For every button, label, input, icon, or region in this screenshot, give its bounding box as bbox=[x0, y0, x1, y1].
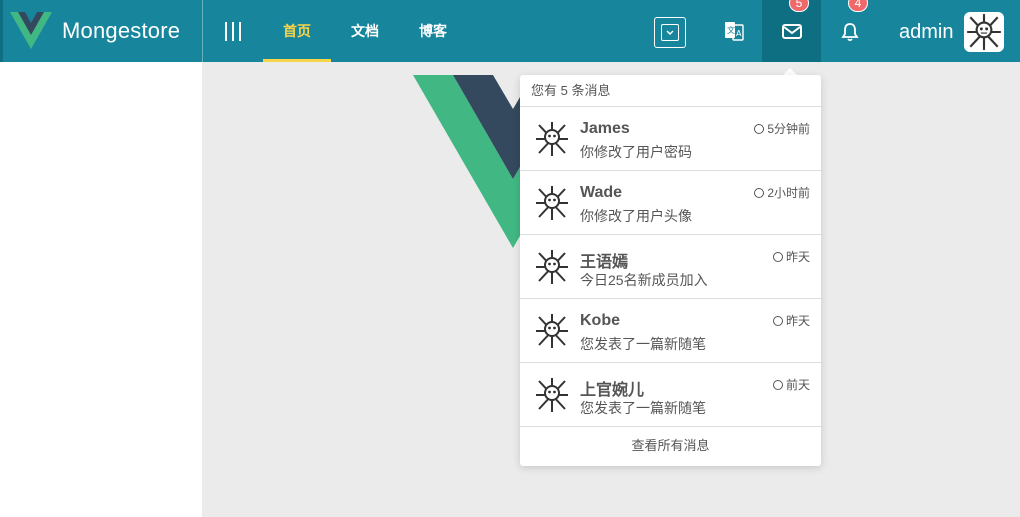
message-text: 您发表了一篇新随笔 bbox=[580, 400, 706, 416]
menu-toggle-icon[interactable] bbox=[222, 20, 244, 42]
message-sender: 上官婉儿 bbox=[580, 382, 645, 399]
fullscreen-button[interactable] bbox=[654, 17, 686, 48]
message-item[interactable]: Kobe 您发表了一篇新随笔 昨天 bbox=[520, 299, 821, 363]
message-time: 前天 bbox=[772, 376, 810, 393]
message-text: 今日25名新成员加入 bbox=[580, 272, 708, 288]
nav-docs[interactable]: 文档 bbox=[331, 0, 399, 62]
dropdown-arrow bbox=[783, 68, 797, 75]
left-edge-line bbox=[0, 0, 3, 62]
message-avatar bbox=[534, 312, 570, 350]
message-item[interactable]: 上官婉儿 您发表了一篇新随笔 前天 bbox=[520, 363, 821, 427]
message-time: 昨天 bbox=[772, 248, 810, 265]
nav-blog[interactable]: 博客 bbox=[399, 0, 467, 62]
clock-icon bbox=[754, 124, 765, 134]
message-text: 你修改了用户头像 bbox=[580, 208, 692, 224]
view-all-messages-link[interactable]: 查看所有消息 bbox=[520, 427, 821, 465]
message-item[interactable]: Wade 你修改了用户头像 2小时前 bbox=[520, 171, 821, 235]
message-sender: 王语嫣 bbox=[580, 254, 629, 271]
clock-icon bbox=[772, 316, 783, 326]
clock-icon bbox=[772, 252, 783, 262]
sidebar bbox=[0, 62, 202, 517]
vue-logo-icon[interactable] bbox=[10, 12, 52, 50]
message-sender: James bbox=[580, 120, 630, 137]
message-item[interactable]: 王语嫣 今日25名新成员加入 昨天 bbox=[520, 235, 821, 299]
notifications-button[interactable]: 4 bbox=[822, 0, 878, 62]
nav-home-label: 首页 bbox=[283, 23, 311, 39]
top-navbar: Mongestore 首页 文档 博客 文 A 5 4 admin bbox=[0, 0, 1020, 62]
clock-icon bbox=[772, 380, 783, 390]
messages-header: 您有 5 条消息 bbox=[520, 75, 821, 107]
nav-blog-label: 博客 bbox=[419, 23, 447, 39]
message-sender: Kobe bbox=[580, 312, 620, 329]
notifications-badge: 4 bbox=[848, 0, 868, 12]
message-sender: Wade bbox=[580, 184, 623, 201]
clock-icon bbox=[754, 188, 765, 198]
message-avatar bbox=[534, 184, 570, 222]
messages-dropdown: 您有 5 条消息 James 你修改了用户密码 5分钟前 Wade 你修改了用户… bbox=[520, 75, 821, 466]
message-text: 你修改了用户密码 bbox=[580, 144, 692, 160]
message-avatar bbox=[534, 248, 570, 286]
message-avatar bbox=[534, 376, 570, 414]
nav-home[interactable]: 首页 bbox=[263, 0, 331, 62]
message-item[interactable]: James 你修改了用户密码 5分钟前 bbox=[520, 107, 821, 171]
message-time: 2小时前 bbox=[754, 184, 810, 201]
brand-name[interactable]: Mongestore bbox=[62, 18, 180, 44]
message-time: 5分钟前 bbox=[754, 120, 810, 137]
message-text: 您发表了一篇新随笔 bbox=[580, 336, 706, 352]
mail-icon bbox=[782, 24, 802, 39]
chevron-down-icon bbox=[661, 24, 679, 41]
header-divider bbox=[202, 0, 203, 62]
messages-button[interactable]: 5 bbox=[762, 0, 821, 62]
mail-badge: 5 bbox=[789, 0, 809, 12]
bell-icon bbox=[841, 23, 859, 42]
svg-text:A: A bbox=[736, 29, 742, 38]
user-name[interactable]: admin bbox=[899, 21, 953, 44]
translate-icon[interactable]: 文 A bbox=[723, 20, 745, 42]
nav-docs-label: 文档 bbox=[351, 23, 379, 39]
svg-text:文: 文 bbox=[727, 25, 735, 35]
message-avatar bbox=[534, 120, 570, 158]
message-time: 昨天 bbox=[772, 312, 810, 329]
user-avatar[interactable] bbox=[964, 12, 1004, 52]
